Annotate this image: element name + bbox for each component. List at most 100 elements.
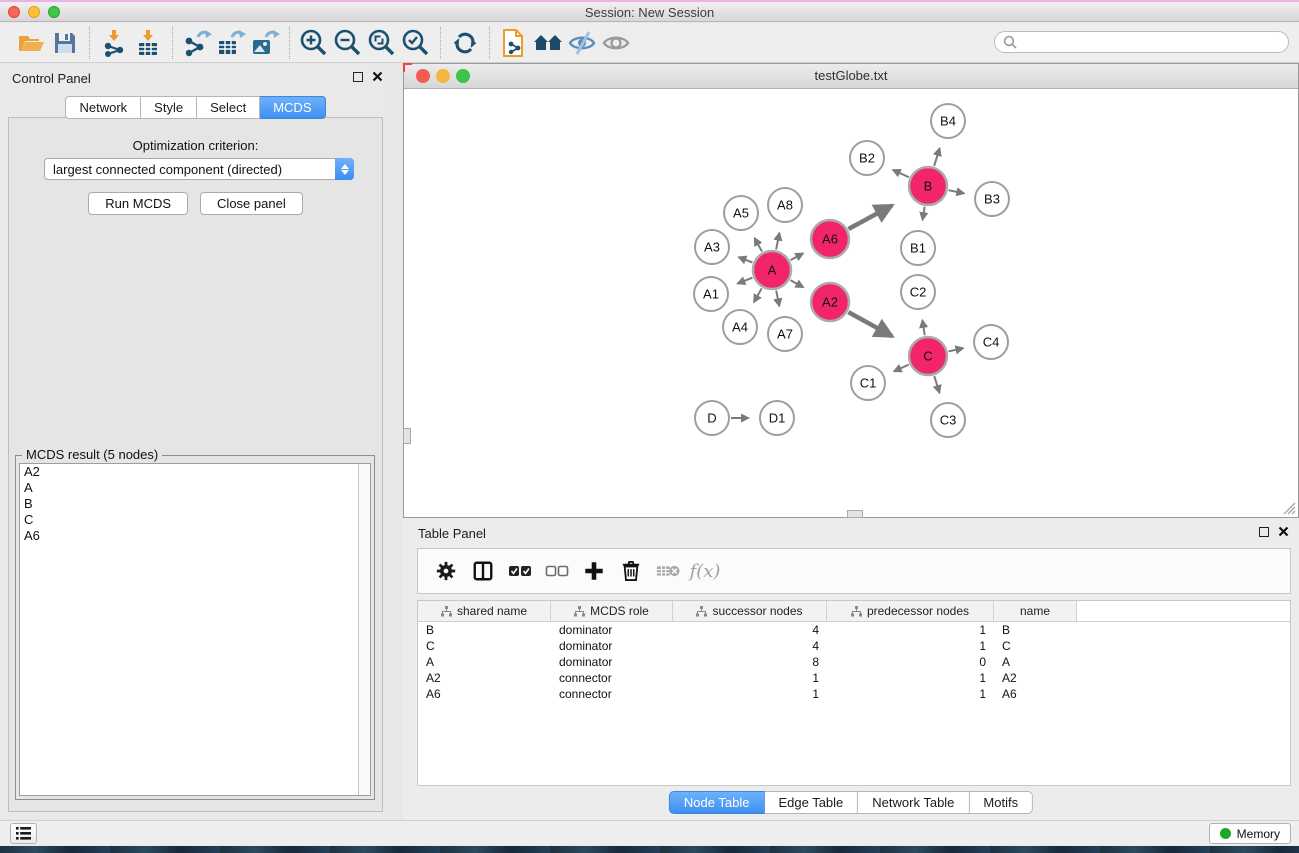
table-cell[interactable]: A2 bbox=[418, 671, 551, 685]
splitter-handle[interactable] bbox=[403, 428, 411, 444]
table-cell[interactable]: 1 bbox=[827, 639, 994, 653]
graph-edge[interactable] bbox=[948, 348, 963, 351]
home-view-icon[interactable] bbox=[531, 26, 565, 60]
table-cell[interactable]: A bbox=[994, 655, 1077, 669]
zoom-in-icon[interactable] bbox=[297, 26, 331, 60]
mcds-result-list[interactable]: A2ABCA6 bbox=[19, 463, 371, 796]
graph-edge[interactable] bbox=[776, 291, 779, 307]
graph-edge[interactable] bbox=[739, 257, 753, 262]
table-cell[interactable]: 1 bbox=[673, 687, 827, 701]
column-header[interactable]: predecessor nodes bbox=[827, 601, 994, 621]
column-header[interactable]: MCDS role bbox=[551, 601, 673, 621]
network-canvas[interactable]: AA6A2BCA5A8A3A1A4A7B2B4B3B1C2C4C1C3DD1 bbox=[404, 89, 1298, 517]
close-panel-icon[interactable] bbox=[1278, 526, 1289, 537]
column-header[interactable]: shared name bbox=[418, 601, 551, 621]
table-cell[interactable]: 1 bbox=[827, 623, 994, 637]
table-row[interactable]: A2connector11A2 bbox=[418, 670, 1290, 686]
table-cell[interactable]: B bbox=[418, 623, 551, 637]
search-field[interactable] bbox=[994, 31, 1289, 53]
table-cell[interactable]: 1 bbox=[827, 687, 994, 701]
graph-edge[interactable] bbox=[949, 190, 965, 193]
tab-node-table[interactable]: Node Table bbox=[669, 791, 765, 814]
column-header[interactable]: name bbox=[994, 601, 1077, 621]
graph-edge[interactable] bbox=[893, 170, 909, 177]
table-row[interactable]: Bdominator41B bbox=[418, 622, 1290, 638]
table-cell[interactable]: 1 bbox=[827, 671, 994, 685]
export-image-icon[interactable] bbox=[248, 26, 282, 60]
table-cell[interactable]: 1 bbox=[673, 671, 827, 685]
table-cell[interactable]: 4 bbox=[673, 639, 827, 653]
tab-network-table[interactable]: Network Table bbox=[858, 791, 969, 814]
import-table-icon[interactable] bbox=[131, 26, 165, 60]
graph-edge[interactable] bbox=[934, 148, 939, 166]
tab-mcds[interactable]: MCDS bbox=[260, 96, 325, 119]
list-item[interactable]: C bbox=[20, 512, 357, 528]
table-cell[interactable]: 0 bbox=[827, 655, 994, 669]
open-file-icon[interactable] bbox=[14, 26, 48, 60]
zoom-fit-icon[interactable] bbox=[365, 26, 399, 60]
table-settings-gear-icon[interactable] bbox=[433, 558, 459, 584]
table-cell[interactable]: dominator bbox=[551, 623, 673, 637]
graph-edge[interactable] bbox=[848, 312, 892, 336]
zoom-selected-icon[interactable] bbox=[399, 26, 433, 60]
zoom-out-icon[interactable] bbox=[331, 26, 365, 60]
list-item[interactable]: A6 bbox=[20, 528, 357, 544]
table-cell[interactable]: A bbox=[418, 655, 551, 669]
graph-edge[interactable] bbox=[922, 320, 924, 335]
task-history-button[interactable] bbox=[10, 823, 37, 844]
scrollbar[interactable] bbox=[358, 464, 370, 795]
criterion-dropdown[interactable]: largest connected component (directed) bbox=[44, 158, 354, 180]
table-cell[interactable]: A6 bbox=[418, 687, 551, 701]
delete-table-icon[interactable] bbox=[655, 558, 681, 584]
table-cell[interactable]: C bbox=[418, 639, 551, 653]
graph-edge[interactable] bbox=[894, 365, 909, 372]
export-network-icon[interactable] bbox=[180, 26, 214, 60]
graph-edge[interactable] bbox=[790, 280, 803, 287]
eye-icon[interactable] bbox=[599, 26, 633, 60]
refresh-icon[interactable] bbox=[448, 26, 482, 60]
select-all-checkboxes-icon[interactable] bbox=[507, 558, 533, 584]
search-input[interactable] bbox=[1017, 35, 1280, 50]
tab-network[interactable]: Network bbox=[65, 96, 141, 119]
graph-edge[interactable] bbox=[776, 233, 779, 250]
deselect-all-checkboxes-icon[interactable] bbox=[544, 558, 570, 584]
graph-edge[interactable] bbox=[755, 238, 762, 252]
network-window-titlebar[interactable]: testGlobe.txt bbox=[404, 64, 1298, 89]
float-panel-icon[interactable] bbox=[1259, 527, 1269, 537]
table-cell[interactable]: connector bbox=[551, 671, 673, 685]
export-table-icon[interactable] bbox=[214, 26, 248, 60]
close-panel-icon[interactable] bbox=[372, 71, 383, 82]
import-network-icon[interactable] bbox=[97, 26, 131, 60]
tab-motifs[interactable]: Motifs bbox=[969, 791, 1033, 814]
table-cell[interactable]: A2 bbox=[994, 671, 1077, 685]
memory-button[interactable]: Memory bbox=[1209, 823, 1291, 844]
table-cell[interactable]: B bbox=[994, 623, 1077, 637]
list-item[interactable]: A2 bbox=[20, 464, 357, 480]
table-row[interactable]: A6connector11A6 bbox=[418, 686, 1290, 702]
table-cell[interactable]: 4 bbox=[673, 623, 827, 637]
graph-edge[interactable] bbox=[791, 253, 804, 260]
delete-icon[interactable] bbox=[618, 558, 644, 584]
close-panel-button[interactable]: Close panel bbox=[200, 192, 303, 215]
splitter-handle[interactable] bbox=[847, 510, 863, 518]
float-panel-icon[interactable] bbox=[353, 72, 363, 82]
graph-edge[interactable] bbox=[737, 278, 752, 284]
graph-edge[interactable] bbox=[934, 376, 939, 393]
table-cell[interactable]: connector bbox=[551, 687, 673, 701]
column-header[interactable]: successor nodes bbox=[673, 601, 827, 621]
graph-edge[interactable] bbox=[923, 207, 925, 220]
show-columns-icon[interactable] bbox=[470, 558, 496, 584]
table-cell[interactable]: dominator bbox=[551, 639, 673, 653]
resize-grip-icon[interactable] bbox=[1281, 500, 1296, 515]
table-cell[interactable]: dominator bbox=[551, 655, 673, 669]
new-network-from-file-icon[interactable] bbox=[497, 26, 531, 60]
graph-edge[interactable] bbox=[848, 205, 892, 229]
run-mcds-button[interactable]: Run MCDS bbox=[88, 192, 188, 215]
hide-graphics-details-icon[interactable] bbox=[565, 26, 599, 60]
add-column-icon[interactable] bbox=[581, 558, 607, 584]
table-cell[interactable]: A6 bbox=[994, 687, 1077, 701]
table-cell[interactable]: C bbox=[994, 639, 1077, 653]
list-item[interactable]: B bbox=[20, 496, 357, 512]
list-item[interactable]: A bbox=[20, 480, 357, 496]
tab-style[interactable]: Style bbox=[141, 96, 197, 119]
